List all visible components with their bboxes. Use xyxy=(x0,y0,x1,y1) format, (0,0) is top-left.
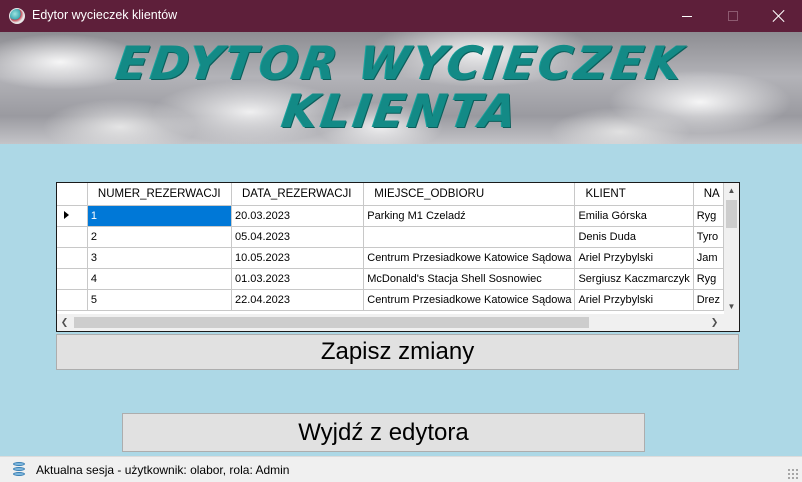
header-banner: EDYTOR WYCIECZEK KLIENTA xyxy=(0,32,802,144)
table-cell[interactable]: 10.05.2023 xyxy=(231,247,365,269)
table-cell[interactable]: 22.04.2023 xyxy=(231,289,365,311)
table-cell[interactable]: 05.04.2023 xyxy=(231,226,365,248)
table-row[interactable]: 4 01.03.2023 McDonald's Stacja Shell Sos… xyxy=(57,268,724,290)
close-button[interactable] xyxy=(756,0,802,32)
maximize-icon xyxy=(728,11,738,21)
session-status-text: Aktualna sesja - użytkownik: olabor, rol… xyxy=(36,463,290,477)
table-cell[interactable]: Denis Duda xyxy=(574,226,694,248)
banner-title-line1: EDYTOR WYCIECZEK xyxy=(113,36,689,90)
column-header-data-rezerwacji[interactable]: DATA_REZERWACJI xyxy=(231,183,365,206)
minimize-icon xyxy=(682,15,692,17)
database-icon-disk xyxy=(13,472,25,476)
table-cell[interactable]: Emilia Górska xyxy=(574,205,694,227)
table-cell[interactable] xyxy=(363,226,576,248)
row-header[interactable] xyxy=(57,268,88,290)
close-icon xyxy=(773,10,785,22)
table-cell[interactable]: Sergiusz Kaczmarczyk xyxy=(574,268,694,290)
scroll-down-arrow-icon[interactable]: ▼ xyxy=(724,299,739,314)
table-cell[interactable]: Ryg xyxy=(693,268,724,290)
banner-title-line2: KLIENTA xyxy=(279,84,523,138)
row-header[interactable] xyxy=(57,226,88,248)
horizontal-scrollbar[interactable]: ❮ ❯ xyxy=(57,314,724,331)
table-cell[interactable]: Ariel Przybylski xyxy=(574,289,694,311)
header-row: NUMER_REZERWACJI DATA_REZERWACJI MIEJSCE… xyxy=(57,183,724,206)
table-row[interactable]: 5 22.04.2023 Centrum Przesiadkowe Katowi… xyxy=(57,289,724,311)
resize-grip-icon[interactable] xyxy=(787,468,799,480)
table-row[interactable]: 1 20.03.2023 Parking M1 Czeladź Emilia G… xyxy=(57,205,724,227)
table-cell[interactable]: Parking M1 Czeladź xyxy=(363,205,576,227)
table-row[interactable]: 2 05.04.2023 Denis Duda Tyro xyxy=(57,226,724,248)
table-cell[interactable]: Centrum Przesiadkowe Katowice Sądowa xyxy=(363,247,576,269)
table-cell[interactable]: 5 xyxy=(87,289,232,311)
table-cell[interactable]: Centrum Przesiadkowe Katowice Sądowa xyxy=(363,289,576,311)
database-icon-disk xyxy=(13,462,25,466)
table-cell[interactable]: Jam xyxy=(693,247,724,269)
scrollbar-corner xyxy=(724,314,739,331)
reservations-grid[interactable]: NUMER_REZERWACJI DATA_REZERWACJI MIEJSCE… xyxy=(56,182,740,332)
grid-viewport: NUMER_REZERWACJI DATA_REZERWACJI MIEJSCE… xyxy=(57,183,724,314)
current-row-arrow-icon xyxy=(64,210,69,219)
horizontal-scroll-thumb[interactable] xyxy=(74,317,589,328)
column-header-klient[interactable]: KLIENT xyxy=(574,183,694,206)
table-cell[interactable]: 4 xyxy=(87,268,232,290)
table-cell[interactable]: Ariel Przybylski xyxy=(574,247,694,269)
scroll-up-arrow-icon[interactable]: ▲ xyxy=(724,183,739,198)
column-header-numer-rezerwacji[interactable]: NUMER_REZERWACJI xyxy=(87,183,232,206)
app-icon[interactable] xyxy=(9,8,25,24)
title-bar: Edytor wycieczek klientów xyxy=(0,0,802,32)
row-header[interactable] xyxy=(57,247,88,269)
scroll-left-arrow-icon[interactable]: ❮ xyxy=(57,314,72,331)
table-cell[interactable]: 20.03.2023 xyxy=(231,205,365,227)
database-icon xyxy=(13,462,25,477)
table-cell[interactable]: Ryg xyxy=(693,205,724,227)
maximize-button[interactable] xyxy=(710,0,756,32)
grid-corner-header[interactable] xyxy=(57,183,88,206)
exit-editor-button[interactable]: Wyjdź z edytora xyxy=(122,413,645,452)
client-area: EDYTOR WYCIECZEK KLIENTA NUMER_REZERWACJ… xyxy=(0,32,802,456)
table-cell[interactable]: 2 xyxy=(87,226,232,248)
vertical-scrollbar[interactable]: ▲ ▼ xyxy=(724,183,739,314)
table-row[interactable]: 3 10.05.2023 Centrum Przesiadkowe Katowi… xyxy=(57,247,724,269)
table-cell[interactable]: McDonald's Stacja Shell Sosnowiec xyxy=(363,268,576,290)
column-header-na[interactable]: NA xyxy=(693,183,724,206)
row-header-current[interactable] xyxy=(57,205,88,227)
table-cell[interactable]: Drez xyxy=(693,289,724,311)
window-title: Edytor wycieczek klientów xyxy=(32,8,178,22)
table-cell[interactable]: 1 xyxy=(87,205,232,227)
scroll-right-arrow-icon[interactable]: ❯ xyxy=(707,314,722,331)
status-bar: Aktualna sesja - użytkownik: olabor, rol… xyxy=(0,456,802,482)
row-header[interactable] xyxy=(57,289,88,311)
column-header-miejsce-odbioru[interactable]: MIEJSCE_ODBIORU xyxy=(363,183,576,206)
save-changes-button[interactable]: Zapisz zmiany xyxy=(56,334,739,370)
table-cell[interactable]: Tyro xyxy=(693,226,724,248)
vertical-scroll-thumb[interactable] xyxy=(726,200,737,228)
table-cell[interactable]: 01.03.2023 xyxy=(231,268,365,290)
database-icon-disk xyxy=(13,467,25,471)
minimize-button[interactable] xyxy=(664,0,710,32)
table-cell[interactable]: 3 xyxy=(87,247,232,269)
reservations-table: NUMER_REZERWACJI DATA_REZERWACJI MIEJSCE… xyxy=(57,183,724,311)
